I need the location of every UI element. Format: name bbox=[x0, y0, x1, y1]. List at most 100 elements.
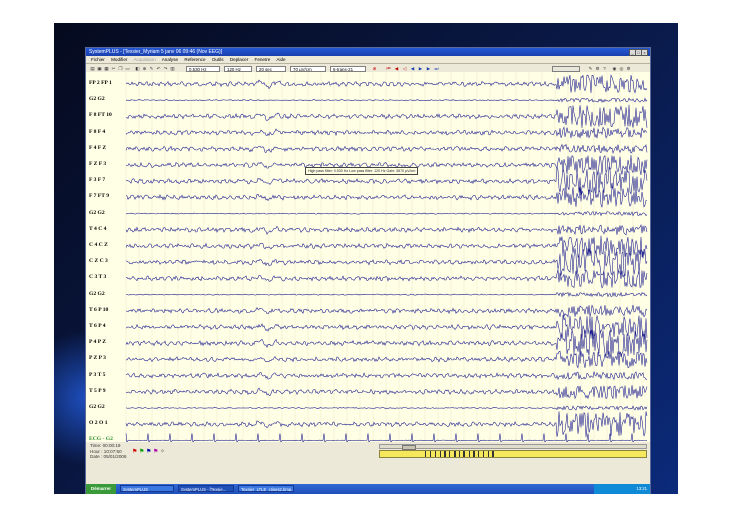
video-icon[interactable]: ◎ bbox=[619, 66, 624, 71]
eeg-traces bbox=[125, 72, 648, 442]
window-list-select[interactable] bbox=[552, 65, 580, 72]
channel-label[interactable]: F 3 F 7 bbox=[89, 177, 129, 184]
hour-readout: Hour : 10:07:50 bbox=[90, 448, 122, 454]
help-icon[interactable]: ? bbox=[602, 66, 607, 71]
timeline-event-marker[interactable] bbox=[459, 451, 460, 457]
print-icon[interactable]: ▦ bbox=[104, 66, 109, 71]
last-page-icon[interactable]: ⏭ bbox=[434, 66, 439, 71]
channel-label[interactable]: O 2 O 1 bbox=[89, 420, 129, 427]
open-file-icon[interactable]: ▤ bbox=[90, 66, 95, 71]
event-timeline-bar[interactable] bbox=[379, 450, 647, 458]
play-icon[interactable]: ▶ bbox=[418, 66, 423, 71]
channel-label[interactable]: T 6 P 4 bbox=[89, 323, 129, 330]
channel-label[interactable]: C 4 C Z bbox=[89, 242, 129, 249]
timeline-event-marker[interactable] bbox=[425, 451, 426, 457]
timeline-event-marker[interactable] bbox=[478, 451, 480, 457]
window-titlebar[interactable]: SystemPLUS - [Texsier_Myriam 5 janv 06 0… bbox=[86, 48, 650, 56]
montage-select[interactable]: 6-trans-21 bbox=[330, 65, 366, 72]
channel-label[interactable]: F Z F 3 bbox=[89, 161, 129, 168]
first-page-icon[interactable]: ⏮ bbox=[386, 66, 391, 71]
camera-icon[interactable]: ◉ bbox=[612, 66, 617, 71]
timeline-event-marker[interactable] bbox=[463, 451, 465, 457]
timeline-event-marker[interactable] bbox=[482, 451, 484, 457]
red-flag-icon[interactable]: ⚑ bbox=[132, 448, 137, 455]
channel-label[interactable]: P Z P 3 bbox=[89, 355, 129, 362]
taskbar-item-systemplus[interactable]: SystemPLUS bbox=[120, 485, 174, 492]
channel-label[interactable]: G2 G2 bbox=[89, 210, 129, 217]
menu-fichier[interactable]: Fichier bbox=[91, 57, 105, 62]
channel-label[interactable]: G2 G2 bbox=[89, 404, 129, 411]
menu-outils[interactable]: Outils bbox=[212, 57, 224, 62]
timeline-event-marker[interactable] bbox=[487, 451, 489, 457]
channel-label[interactable]: P 3 T 5 bbox=[89, 372, 129, 379]
high-pass-select[interactable]: 0,530 Hz bbox=[186, 65, 220, 72]
tag-icon[interactable]: ✧ bbox=[160, 448, 165, 455]
forward-icon[interactable]: ▶ bbox=[426, 66, 431, 71]
time-readout: Time: 00:00:19 bbox=[90, 443, 121, 448]
comment-flag-icon[interactable]: ⚑ bbox=[153, 448, 158, 455]
channel-label[interactable]: F 8 FT 10 bbox=[89, 112, 129, 119]
status-area: Time: 00:00:19 Hour : 10:07:50 Date : 05… bbox=[86, 442, 650, 466]
recording-timeline[interactable] bbox=[379, 444, 647, 458]
channel-label[interactable]: T 4 C 4 bbox=[89, 226, 129, 233]
calculator-icon[interactable]: ▥ bbox=[170, 66, 175, 71]
timebase-select[interactable]: 20 sec bbox=[256, 65, 286, 72]
stop-icon[interactable]: ⊗ bbox=[372, 66, 377, 71]
timeline-event-marker[interactable] bbox=[449, 451, 451, 457]
timeline-event-marker[interactable] bbox=[444, 451, 446, 457]
copy-icon[interactable]: ❐ bbox=[118, 66, 123, 71]
paste-icon[interactable]: ▭ bbox=[125, 66, 130, 71]
taskbar-item-bitmap[interactable]: Texsier_LTLE_crises2.bmp... bbox=[238, 485, 294, 492]
menu-fenetre[interactable]: Fenetre bbox=[255, 57, 271, 62]
systemplus-window: SystemPLUS - [Texsier_Myriam 5 janv 06 0… bbox=[85, 47, 651, 494]
timeline-event-marker[interactable] bbox=[453, 451, 455, 457]
presentation-slide: SystemPLUS - [Texsier_Myriam 5 janv 06 0… bbox=[54, 23, 678, 494]
menu-deplacer[interactable]: Deplacer bbox=[230, 57, 248, 62]
timeline-event-marker[interactable] bbox=[434, 451, 436, 457]
cut-icon[interactable]: ✂ bbox=[111, 66, 116, 71]
channel-label[interactable]: F 7 FT 9 bbox=[89, 193, 129, 200]
page-back-icon[interactable]: ◁ bbox=[402, 66, 407, 71]
channel-label[interactable]: C Z C 3 bbox=[89, 258, 129, 265]
channel-label[interactable]: F 4 F Z bbox=[89, 145, 129, 152]
low-pass-select[interactable]: 120 Hz bbox=[224, 65, 252, 72]
channel-label[interactable]: G2 G2 bbox=[89, 96, 129, 103]
montage-icon[interactable]: ◧ bbox=[135, 66, 140, 71]
timeline-event-marker[interactable] bbox=[468, 451, 470, 457]
channel-label[interactable]: T 6 P 10 bbox=[89, 307, 129, 314]
channel-label[interactable]: T 5 P 9 bbox=[89, 388, 129, 395]
blue-flag-icon[interactable]: ⚑ bbox=[146, 448, 151, 455]
channel-label[interactable]: G2 G2 bbox=[89, 291, 129, 298]
close-icon[interactable]: × bbox=[641, 49, 648, 56]
save-icon[interactable]: ▣ bbox=[97, 66, 102, 71]
timeline-event-marker[interactable] bbox=[492, 451, 494, 457]
redo-icon[interactable]: ↷ bbox=[163, 66, 168, 71]
channel-label[interactable]: F 8 F 4 bbox=[89, 129, 129, 136]
menu-reference[interactable]: Reference bbox=[184, 57, 205, 62]
eeg-trace-panel[interactable]: FP 2 FP 1 G2 G2 F 8 FT 10 F 8 F 4 F 4 F Z F Z… bbox=[86, 72, 650, 442]
undo-icon[interactable]: ↶ bbox=[156, 66, 161, 71]
timeline-scrollbar[interactable] bbox=[379, 444, 647, 450]
taskbar-item-systemplus-window[interactable]: SystemPLUS - [Texsie... bbox=[178, 485, 234, 492]
menu-aide[interactable]: Aide bbox=[276, 57, 285, 62]
pin-icon[interactable]: ✎ bbox=[588, 66, 593, 71]
channel-label[interactable]: P 4 P Z bbox=[89, 339, 129, 346]
zoom-icon[interactable]: ⊕ bbox=[142, 66, 147, 71]
timeline-event-marker[interactable] bbox=[439, 451, 441, 457]
green-flag-icon[interactable]: ⚑ bbox=[139, 448, 144, 455]
channel-label[interactable]: FP 2 FP 1 bbox=[89, 80, 129, 87]
tools-icon[interactable]: ⚙ bbox=[595, 66, 600, 71]
marker-icon[interactable]: ✎ bbox=[149, 66, 154, 71]
channel-label[interactable]: C 3 T 3 bbox=[89, 274, 129, 281]
sensitivity-select[interactable]: 70 µV/cm bbox=[290, 65, 326, 72]
menu-acquisition[interactable]: Acquisition bbox=[133, 57, 155, 62]
settings-icon[interactable]: ⚙ bbox=[626, 66, 631, 71]
start-button[interactable]: Démarrer bbox=[86, 484, 116, 494]
rewind-icon[interactable]: ◀ bbox=[410, 66, 415, 71]
tray-clock: 13:21 bbox=[636, 486, 647, 491]
previous-page-icon[interactable]: ◀ bbox=[394, 66, 399, 71]
timeline-event-marker[interactable] bbox=[430, 451, 432, 457]
menu-analyse[interactable]: Analyse bbox=[162, 57, 178, 62]
menu-modifier[interactable]: Modifier bbox=[111, 57, 127, 62]
timeline-event-marker[interactable] bbox=[473, 451, 474, 457]
